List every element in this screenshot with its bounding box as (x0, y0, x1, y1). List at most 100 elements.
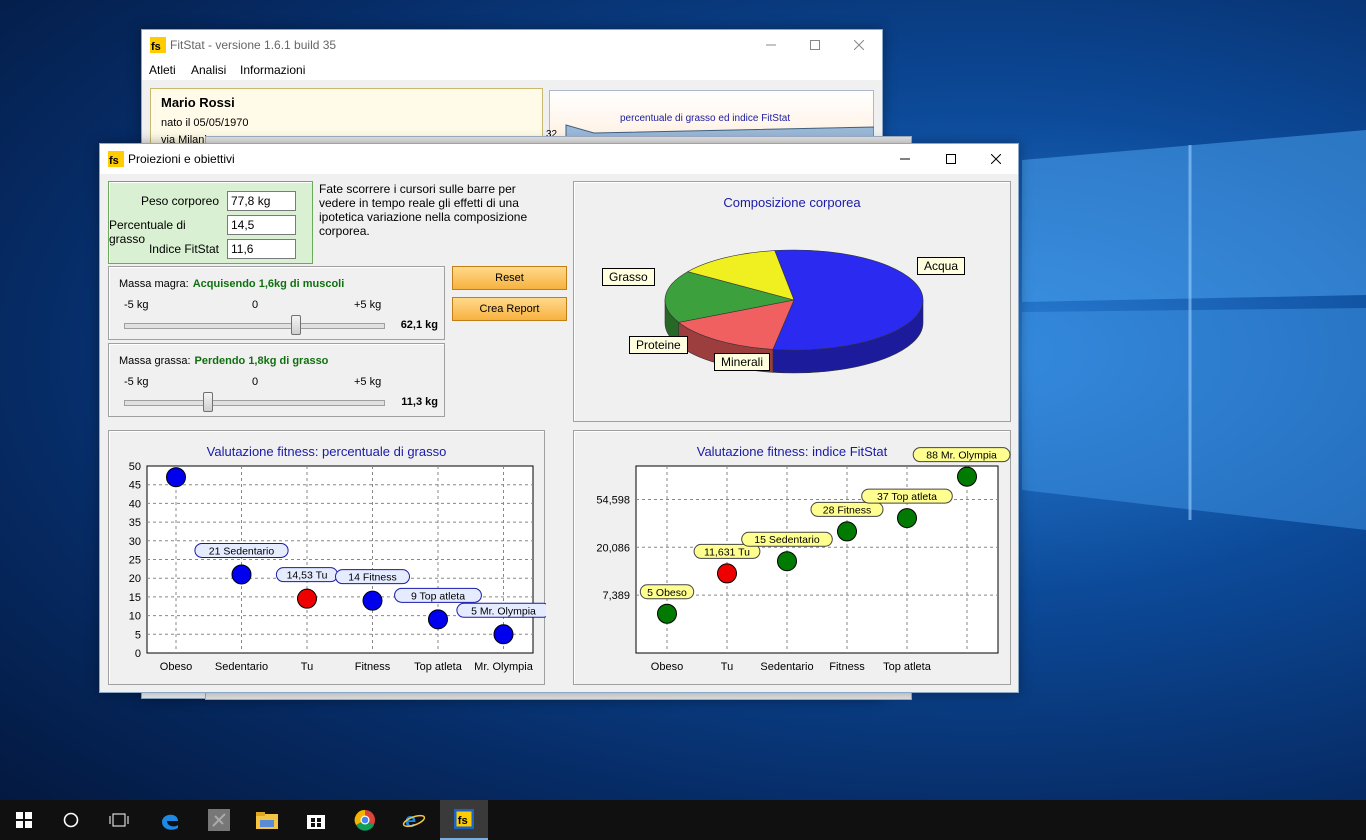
x-tick-label: Mr. Olympia (474, 661, 534, 673)
menu-informazioni[interactable]: Informazioni (240, 63, 305, 77)
pie-label-proteine: Proteine (629, 336, 688, 354)
lean-mass-slider-track[interactable] (124, 323, 385, 329)
x-tick-label: Sedentario (215, 661, 268, 673)
fat-mass-max: +5 kg (354, 376, 382, 388)
fitstat-index-label: Indice FitStat (148, 242, 219, 256)
fitstat-taskbar-button[interactable]: fs (440, 800, 488, 840)
fat-mass-slider-track[interactable] (124, 400, 385, 406)
x-tick-label: Fitness (829, 661, 865, 673)
menu-analisi[interactable]: Analisi (191, 63, 226, 77)
ie-taskbar-button[interactable]: e (390, 800, 438, 840)
search-button[interactable] (47, 800, 95, 840)
data-label: 88 Mr. Olympia (926, 450, 997, 462)
y-tick-label: 20 (129, 573, 141, 585)
edge-taskbar-button[interactable] (146, 800, 194, 840)
athlete-birth-date: nato il 05/05/1970 (161, 117, 249, 129)
lean-mass-mid: 0 (252, 299, 259, 311)
svg-text:fs: fs (151, 41, 161, 53)
file-explorer-taskbar-button[interactable] (243, 800, 291, 840)
data-point (897, 508, 917, 529)
minimize-button[interactable] (748, 30, 794, 60)
close-button[interactable] (836, 30, 882, 60)
fat-percent-field[interactable]: 14,5 (227, 215, 296, 235)
projections-dialog: fs Proiezioni e obiettivi Peso corporeo … (99, 143, 1019, 693)
task-view-button[interactable] (95, 800, 143, 840)
fitstat-app-icon: fs (150, 37, 166, 53)
fat-mass-min: -5 kg (124, 376, 149, 388)
fat-chart-svg: 0 5 10 15 20 25 30 35 40 45 50 Obeso Sedentario Tu Fit… (129, 461, 546, 673)
data-point (957, 466, 977, 487)
minimize-icon (766, 44, 776, 46)
reset-button[interactable]: Reset (452, 266, 567, 290)
fat-mass-status: Perdendo 1,8kg di grasso (194, 355, 329, 367)
weight-field[interactable]: 77,8 kg (227, 191, 296, 211)
data-label: 21 Sedentario (209, 545, 275, 557)
lean-mass-panel: Massa magra: Acquisendo 1,6kg di muscoli … (108, 266, 445, 340)
y-tick-label: 30 (129, 536, 141, 548)
lean-mass-title: Massa magra: Acquisendo 1,6kg di muscoli (119, 278, 344, 290)
chrome-taskbar-button[interactable] (341, 800, 389, 840)
dialog-minimize-button[interactable] (882, 144, 928, 174)
taskbar: e fs (0, 800, 1366, 840)
windows-start-icon (16, 812, 32, 828)
fat-percent-fitness-chart: Valutazione fitness: percentuale di gras… (108, 430, 546, 685)
pie-chart-svg (664, 249, 924, 374)
lean-mass-slider-thumb[interactable] (291, 315, 302, 335)
maximize-icon (946, 154, 956, 164)
x-tick-label: Sedentario (760, 661, 813, 673)
data-label: 14,53 Tu (287, 570, 328, 582)
data-label: 37 Top atleta (877, 491, 937, 503)
svg-text:fs: fs (109, 155, 119, 167)
body-stats-panel: Peso corporeo 77,8 kg Percentuale di gra… (108, 181, 313, 264)
minimize-icon (900, 158, 910, 160)
dialog-close-button[interactable] (973, 144, 1019, 174)
svg-text:fs: fs (458, 815, 468, 827)
maximize-button[interactable] (792, 30, 838, 60)
task-view-icon (109, 813, 129, 827)
menu-atleti[interactable]: Atleti (149, 63, 176, 77)
y-tick-label: 50 (129, 461, 141, 473)
app-taskbar-button[interactable] (195, 800, 243, 840)
y-tick-label: 7,389 (602, 590, 630, 602)
lean-mass-value: 62,1 kg (400, 319, 438, 331)
dialog-titlebar: fs Proiezioni e obiettivi (100, 144, 1018, 174)
pie-label-acqua: Acqua (917, 257, 966, 275)
fitstat-index-field[interactable]: 11,6 (227, 239, 296, 259)
x-tick-label: Tu (721, 661, 733, 673)
data-point (362, 590, 383, 611)
body-composition-chart: Composizione corporea Acqua Grasso Prote… (573, 181, 1011, 422)
fitstat-chart-svg: 7,389 20,086 54,598 Obeso Tu Sedentario Fitnes… (596, 447, 1011, 673)
fat-mass-mid: 0 (252, 376, 259, 388)
fitstat-app-icon: fs (108, 151, 124, 167)
data-label: 14 Fitness (348, 572, 396, 584)
y-tick-label: 35 (129, 517, 141, 529)
fat-mass-slider-thumb[interactable] (202, 392, 213, 412)
hint-text: Fate scorrere i cursori sulle barre per … (319, 182, 528, 238)
edge-icon (162, 814, 178, 830)
pie-label-minerali: Minerali (714, 353, 771, 371)
windows-desktop-logo (1022, 130, 1366, 530)
main-titlebar: fs FitStat - versione 1.6.1 build 35 (142, 30, 882, 60)
maximize-icon (810, 40, 820, 50)
data-point (166, 467, 186, 488)
fat-mass-title: Massa grassa: Perdendo 1,8kg di grasso (119, 355, 328, 367)
store-taskbar-button[interactable] (292, 800, 340, 840)
close-icon (854, 40, 864, 50)
y-tick-label: 54,598 (596, 494, 630, 506)
create-report-button[interactable]: Crea Report (452, 297, 567, 321)
fat-mass-label: Massa grassa: (119, 355, 191, 367)
dialog-maximize-button[interactable] (928, 144, 974, 174)
main-window-title: FitStat - versione 1.6.1 build 35 (170, 38, 337, 52)
data-point (657, 603, 677, 624)
start-button[interactable] (0, 800, 48, 840)
lean-mass-status: Acquisendo 1,6kg di muscoli (192, 278, 345, 290)
fitstat-app-icon: fs (454, 809, 474, 829)
data-label: 5 Mr. Olympia (471, 605, 536, 617)
data-label: 9 Top atleta (411, 590, 465, 602)
data-label: 15 Sedentario (754, 534, 820, 546)
y-tick-label: 40 (129, 498, 141, 510)
y-tick-label: 15 (129, 592, 141, 604)
x-tick-label: Obeso (651, 661, 683, 673)
y-tick-label: 0 (135, 648, 141, 660)
y-tick-label: 20,086 (596, 542, 630, 554)
